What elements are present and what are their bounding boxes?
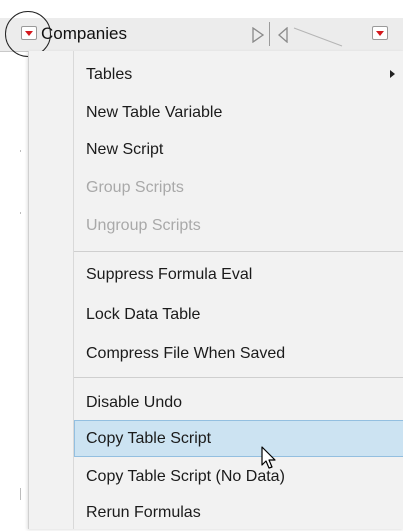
background-fragment: [20, 488, 21, 500]
menu-item-new-table-variable[interactable]: New Table Variable: [74, 94, 403, 131]
collapse-left-icon[interactable]: [277, 27, 289, 43]
menu-item-label: Lock Data Table: [86, 306, 201, 323]
mouse-pointer-icon: [261, 446, 276, 469]
red-dropdown-arrow-icon[interactable]: [21, 26, 37, 40]
menu-item-label: Suppress Formula Eval: [86, 266, 253, 283]
menu-item-label: New Script: [86, 141, 164, 158]
menu-item-compress-file-when-saved[interactable]: Compress File When Saved: [74, 335, 403, 372]
background-fragment: [20, 150, 21, 152]
menu-item-label: Disable Undo: [86, 394, 183, 411]
menu-item-label: Tables: [86, 66, 133, 83]
table-title: Companies: [41, 24, 127, 43]
table-corner-divider: [293, 27, 343, 47]
menu-item-label: Group Scripts: [86, 179, 184, 196]
table-header-bar: Companies: [0, 18, 403, 52]
menu-item-label: Ungroup Scripts: [86, 217, 201, 234]
red-dropdown-arrow-icon[interactable]: [372, 26, 388, 40]
menu-item-ungroup-scripts: Ungroup Scripts: [74, 207, 403, 244]
menu-icon-gutter: [29, 51, 74, 529]
menu-item-disable-undo[interactable]: Disable Undo: [74, 384, 403, 421]
menu-item-group-scripts: Group Scripts: [74, 169, 403, 206]
collapse-right-icon[interactable]: [251, 27, 265, 43]
menu-item-tables[interactable]: Tables: [74, 56, 403, 93]
background-fragment: [20, 212, 21, 214]
submenu-arrow-icon: [390, 70, 395, 78]
header-divider: [269, 22, 270, 46]
menu-item-label: Rerun Formulas: [86, 504, 201, 521]
menu-item-new-script[interactable]: New Script: [74, 131, 403, 168]
menu-item-label: New Table Variable: [86, 104, 223, 121]
menu-item-rerun-formulas[interactable]: Rerun Formulas: [74, 494, 403, 531]
menu-item-copy-table-script-no-data[interactable]: Copy Table Script (No Data): [74, 458, 403, 495]
menu-item-label: Compress File When Saved: [86, 345, 286, 362]
menu-item-label: Copy Table Script: [86, 430, 212, 447]
menu-item-label: Copy Table Script (No Data): [86, 468, 285, 485]
menu-item-suppress-formula-eval[interactable]: Suppress Formula Eval: [74, 256, 403, 293]
menu-separator: [74, 377, 403, 378]
menu-item-copy-table-script[interactable]: Copy Table Script: [74, 420, 403, 457]
menu-item-lock-data-table[interactable]: Lock Data Table: [74, 296, 403, 333]
menu-separator: [74, 251, 403, 252]
context-menu: Tables New Table Variable New Script Gro…: [28, 51, 403, 529]
